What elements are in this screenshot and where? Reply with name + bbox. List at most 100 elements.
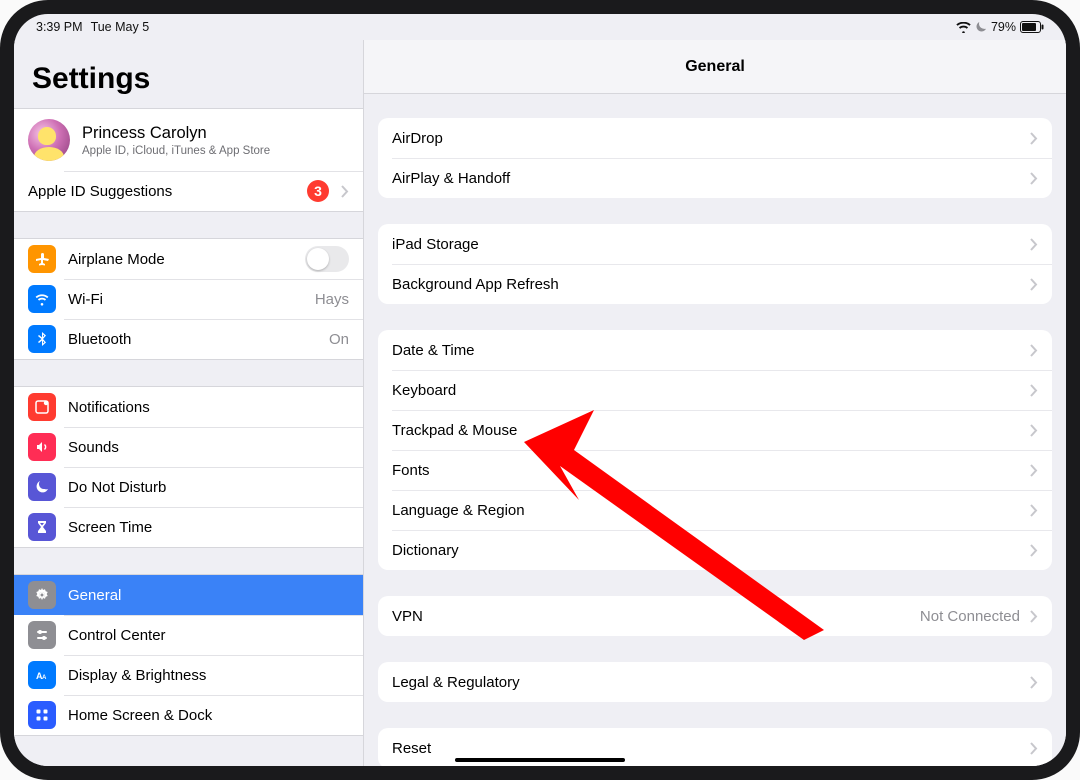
detail-group-input: Date & Time Keyboard Trackpad & Mouse (378, 330, 1052, 570)
label: Language & Region (392, 502, 1020, 519)
airplane-icon (28, 245, 56, 273)
detail-scroll[interactable]: AirDrop AirPlay & Handoff iPad Storage (364, 94, 1066, 766)
value: On (329, 331, 349, 348)
detail-row-trackpad-mouse[interactable]: Trackpad & Mouse (378, 410, 1052, 450)
sliders-icon (28, 621, 56, 649)
chevron-right-icon (1030, 344, 1038, 357)
chevron-right-icon (1030, 742, 1038, 755)
sidebar-group-connectivity: Airplane Mode Wi-Fi Hays (14, 238, 363, 360)
detail-row-date-time[interactable]: Date & Time (378, 330, 1052, 370)
status-battery-pct: 79% (991, 20, 1016, 34)
chevron-right-icon (1030, 278, 1038, 291)
chevron-right-icon (1030, 544, 1038, 557)
home-indicator[interactable] (455, 758, 625, 762)
status-left: 3:39 PM Tue May 5 (36, 20, 149, 34)
notifications-icon (28, 393, 56, 421)
detail-title: General (685, 58, 745, 76)
sidebar-item-apple-id[interactable]: Princess Carolyn Apple ID, iCloud, iTune… (14, 109, 363, 171)
settings-sidebar[interactable]: Settings Princess Carolyn Apple ID, iClo… (14, 40, 364, 766)
chevron-right-icon (1030, 504, 1038, 517)
hourglass-icon (28, 513, 56, 541)
chevron-right-icon (1030, 172, 1038, 185)
label: Airplane Mode (68, 251, 293, 268)
label: Display & Brightness (68, 667, 349, 684)
airplane-mode-toggle[interactable] (305, 246, 349, 272)
sidebar-group-notifications: Notifications Sounds Do Not Disturb (14, 386, 363, 548)
sidebar-title: Settings (14, 40, 363, 108)
detail-row-airplay-handoff[interactable]: AirPlay & Handoff (378, 158, 1052, 198)
chevron-right-icon (1030, 464, 1038, 477)
account-subtitle: Apple ID, iCloud, iTunes & App Store (82, 145, 270, 157)
detail-group-storage: iPad Storage Background App Refresh (378, 224, 1052, 304)
status-right: 79% (956, 20, 1044, 34)
label: AirPlay & Handoff (392, 170, 1020, 187)
detail-row-language-region[interactable]: Language & Region (378, 490, 1052, 530)
value: Hays (315, 291, 349, 308)
label: Trackpad & Mouse (392, 422, 1020, 439)
moon-icon (28, 473, 56, 501)
sidebar-item-general[interactable]: General (14, 575, 363, 615)
label: Date & Time (392, 342, 1020, 359)
wifi-icon (28, 285, 56, 313)
label: Home Screen & Dock (68, 707, 349, 724)
status-date: Tue May 5 (91, 20, 150, 34)
label: General (68, 587, 349, 604)
chevron-right-icon (1030, 424, 1038, 437)
detail-row-dictionary[interactable]: Dictionary (378, 530, 1052, 570)
detail-row-legal-regulatory[interactable]: Legal & Regulatory (378, 662, 1052, 702)
chevron-right-icon (1030, 384, 1038, 397)
sidebar-item-wifi[interactable]: Wi-Fi Hays (14, 279, 363, 319)
sidebar-item-control-center[interactable]: Control Center (14, 615, 363, 655)
value: Not Connected (920, 608, 1020, 625)
detail-group-legal: Legal & Regulatory (378, 662, 1052, 702)
chevron-right-icon (1030, 610, 1038, 623)
sidebar-item-airplane-mode[interactable]: Airplane Mode (14, 239, 363, 279)
sidebar-item-display-brightness[interactable]: AA Display & Brightness (14, 655, 363, 695)
label: Control Center (68, 627, 349, 644)
svg-text:A: A (42, 675, 47, 681)
bluetooth-icon (28, 325, 56, 353)
label: Legal & Regulatory (392, 674, 1020, 691)
sidebar-item-apple-id-suggestions[interactable]: Apple ID Suggestions 3 (14, 171, 363, 211)
label: Dictionary (392, 542, 1020, 559)
screen: 3:39 PM Tue May 5 79% Settings (14, 14, 1066, 766)
sidebar-item-home-screen-dock[interactable]: Home Screen & Dock (14, 695, 363, 735)
status-time: 3:39 PM (36, 20, 83, 34)
detail-row-vpn[interactable]: VPN Not Connected (378, 596, 1052, 636)
moon-icon (975, 21, 987, 33)
sounds-icon (28, 433, 56, 461)
label: Background App Refresh (392, 276, 1020, 293)
sidebar-item-screen-time[interactable]: Screen Time (14, 507, 363, 547)
detail-row-fonts[interactable]: Fonts (378, 450, 1052, 490)
avatar (28, 119, 70, 161)
label: Wi-Fi (68, 291, 303, 308)
chevron-right-icon (1030, 238, 1038, 251)
detail-row-airdrop[interactable]: AirDrop (378, 118, 1052, 158)
chevron-right-icon (341, 185, 349, 198)
chevron-right-icon (1030, 676, 1038, 689)
sidebar-item-notifications[interactable]: Notifications (14, 387, 363, 427)
label: Fonts (392, 462, 1020, 479)
sidebar-item-do-not-disturb[interactable]: Do Not Disturb (14, 467, 363, 507)
badge: 3 (307, 180, 329, 202)
label: AirDrop (392, 130, 1020, 147)
detail-header: General (364, 40, 1066, 94)
grid-icon (28, 701, 56, 729)
detail-row-keyboard[interactable]: Keyboard (378, 370, 1052, 410)
sidebar-item-sounds[interactable]: Sounds (14, 427, 363, 467)
label: Do Not Disturb (68, 479, 349, 496)
sidebar-group-account: Princess Carolyn Apple ID, iCloud, iTune… (14, 108, 363, 212)
detail-row-background-app-refresh[interactable]: Background App Refresh (378, 264, 1052, 304)
wifi-icon (956, 22, 971, 33)
chevron-right-icon (1030, 132, 1038, 145)
label: Screen Time (68, 519, 349, 536)
label: Reset (392, 740, 1020, 757)
label: Apple ID Suggestions (28, 183, 295, 200)
detail-row-ipad-storage[interactable]: iPad Storage (378, 224, 1052, 264)
ipad-frame: 3:39 PM Tue May 5 79% Settings (0, 0, 1080, 780)
detail-pane: General AirDrop AirPlay & Handoff (364, 40, 1066, 766)
label: Sounds (68, 439, 349, 456)
sidebar-item-bluetooth[interactable]: Bluetooth On (14, 319, 363, 359)
label: Notifications (68, 399, 349, 416)
text-size-icon: AA (28, 661, 56, 689)
